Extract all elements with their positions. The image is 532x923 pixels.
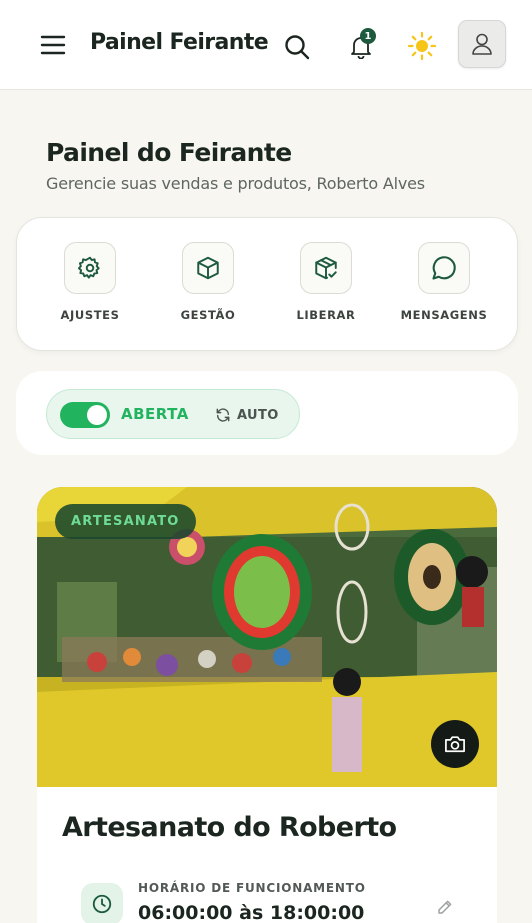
sun-icon[interactable]	[404, 28, 440, 64]
auto-label: AUTO	[237, 407, 279, 423]
search-icon[interactable]	[280, 30, 314, 64]
stall-card: ARTESANATO Artesanato do Roberto HORÁRIO…	[37, 487, 497, 923]
box-icon	[182, 242, 234, 294]
action-label: MENSAGENS	[400, 308, 488, 322]
status-label: ABERTA	[121, 405, 189, 423]
notification-badge: 1	[360, 28, 376, 44]
hours-label: HORÁRIO DE FUNCIONAMENTO	[138, 881, 366, 895]
open-toggle[interactable]	[60, 402, 110, 428]
hours-value: 06:00:00 às 18:00:00	[138, 902, 365, 923]
action-liberar[interactable]: LIBERAR	[271, 242, 381, 322]
camera-button[interactable]	[431, 720, 479, 768]
page-title: Painel do Feirante	[46, 138, 292, 167]
page-subtitle: Gerencie suas vendas e produtos, Roberto…	[46, 174, 425, 193]
user-profile-button[interactable]	[458, 20, 506, 68]
chat-icon	[418, 242, 470, 294]
package-check-icon	[300, 242, 352, 294]
camera-icon	[445, 736, 465, 753]
edit-hours-button[interactable]	[433, 895, 457, 919]
quick-actions-card: AJUSTES GESTÃO LIBERAR MENSAGENS	[16, 217, 518, 351]
app-title: Painel Feirante	[90, 30, 269, 55]
menu-icon[interactable]	[36, 28, 70, 62]
action-label: LIBERAR	[296, 308, 356, 322]
top-bar: Painel Feirante 1	[0, 0, 532, 90]
refresh-icon	[216, 408, 230, 422]
toggle-knob	[87, 405, 107, 425]
status-pill: ABERTA AUTO	[46, 389, 300, 439]
stall-name: Artesanato do Roberto	[62, 812, 397, 843]
action-label: AJUSTES	[60, 308, 120, 322]
auto-button[interactable]: AUTO	[215, 404, 279, 426]
gear-icon	[64, 242, 116, 294]
user-icon	[472, 33, 492, 55]
action-ajustes[interactable]: AJUSTES	[35, 242, 145, 322]
pencil-icon	[438, 900, 452, 914]
action-gestao[interactable]: GESTÃO	[153, 242, 263, 322]
status-card: ABERTA AUTO	[16, 371, 518, 455]
action-label: GESTÃO	[180, 308, 236, 322]
action-mensagens[interactable]: MENSAGENS	[389, 242, 499, 322]
clock-icon	[81, 883, 123, 923]
category-tag: ARTESANATO	[55, 504, 196, 539]
